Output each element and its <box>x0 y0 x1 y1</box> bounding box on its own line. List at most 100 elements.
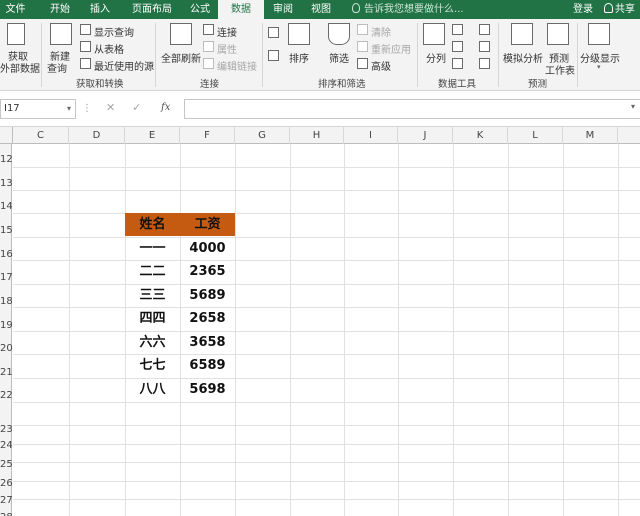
filter-button[interactable]: 筛选 <box>329 50 349 65</box>
table-cell-name[interactable]: 八八 <box>125 378 180 401</box>
row-header-12[interactable]: 12 <box>0 154 13 165</box>
cell-grid[interactable]: 姓名 工资 一一 4000 二二 2365 三三 5689 四四 2658 六六… <box>13 144 640 516</box>
advanced-button[interactable]: 高级 <box>371 58 391 73</box>
table-header-salary[interactable]: 工资 <box>180 213 235 236</box>
group-forecast: 预测 <box>528 79 548 90</box>
column-header-j[interactable]: J <box>398 127 453 144</box>
tab-page-layout[interactable]: 页面布局 <box>124 0 180 19</box>
tell-me-search[interactable]: 告诉我您想要做什么... <box>352 0 464 19</box>
column-header-m[interactable]: M <box>563 127 618 144</box>
column-header-k[interactable]: K <box>453 127 508 144</box>
column-header-i[interactable]: I <box>344 127 398 144</box>
table-cell-salary[interactable]: 2658 <box>180 307 235 330</box>
column-header-e[interactable]: E <box>125 127 180 144</box>
row-header-13[interactable]: 13 <box>0 178 13 189</box>
what-if-analysis-icon <box>511 23 533 45</box>
table-cell-salary[interactable]: 6589 <box>180 354 235 377</box>
column-header-c[interactable]: C <box>13 127 69 144</box>
recent-sources-button[interactable]: 最近使用的源 <box>94 58 154 73</box>
sort-button[interactable]: 排序 <box>289 50 309 65</box>
tab-insert[interactable]: 插入 <box>80 0 120 19</box>
row-header-16[interactable]: 16 <box>0 249 13 260</box>
row-header-18[interactable]: 18 <box>0 296 13 307</box>
get-external-data-label: 外部数据 <box>0 64 40 75</box>
row-header-22[interactable]: 22 <box>0 390 13 401</box>
show-queries-icon <box>80 24 91 35</box>
manage-data-model-icon <box>479 58 490 69</box>
lightbulb-icon <box>352 3 360 13</box>
row-header-19[interactable]: 19 <box>0 320 13 331</box>
outline-dropdown-icon[interactable]: ▾ <box>597 63 601 71</box>
column-header-h[interactable]: H <box>290 127 344 144</box>
ribbon-data: 获取 外部数据 新建 查询 显示查询 从表格 最近使用的源 获取和转换 全部刷新… <box>0 19 640 91</box>
text-to-columns-button[interactable]: 分列 <box>426 50 446 65</box>
login-button[interactable]: 登录 <box>573 0 593 19</box>
outline-icon <box>588 23 610 45</box>
what-if-analysis-button[interactable]: 模拟分析 <box>503 50 543 65</box>
consolidate-icon <box>479 24 490 35</box>
properties-button[interactable]: 属性 <box>217 41 237 56</box>
row-header-24[interactable]: 24 <box>0 440 13 451</box>
expand-formula-icon[interactable]: ▾ <box>631 102 635 111</box>
row-headers: 12 13 14 15 16 17 18 19 20 21 22 23 24 2… <box>0 144 13 516</box>
new-query-label: 查询 <box>47 64 67 75</box>
tab-view[interactable]: 视图 <box>302 0 340 19</box>
formula-input[interactable] <box>184 99 640 119</box>
table-cell-name[interactable]: 七七 <box>125 354 180 377</box>
insert-function-icon[interactable]: fx <box>161 102 170 113</box>
table-cell-salary[interactable]: 5689 <box>180 284 235 307</box>
cancel-icon[interactable]: ✕ <box>106 101 115 114</box>
enter-icon[interactable]: ✓ <box>132 101 141 114</box>
column-header-d[interactable]: D <box>69 127 125 144</box>
column-header-l[interactable]: L <box>508 127 563 144</box>
chevron-down-icon: ▾ <box>66 104 71 113</box>
row-header-23[interactable]: 23 <box>0 424 13 435</box>
row-header-27[interactable]: 27 <box>0 495 13 506</box>
table-cell-name[interactable]: 三三 <box>125 284 180 307</box>
from-table-button[interactable]: 从表格 <box>94 41 124 56</box>
row-header-17[interactable]: 17 <box>0 272 13 283</box>
table-cell-salary[interactable]: 3658 <box>180 331 235 354</box>
forecast-sheet-icon <box>547 23 569 45</box>
table-cell-name[interactable]: 四四 <box>125 307 180 330</box>
connections-icon <box>203 24 214 35</box>
column-header-partial[interactable] <box>618 127 640 144</box>
row-header-25[interactable]: 25 <box>0 459 13 470</box>
row-header-14[interactable]: 14 <box>0 201 13 212</box>
refresh-icon <box>170 23 192 45</box>
select-all-corner[interactable] <box>0 127 13 144</box>
edit-links-icon <box>203 58 214 69</box>
tab-file[interactable]: 文件 <box>0 0 31 19</box>
column-header-g[interactable]: G <box>235 127 290 144</box>
row-header-20[interactable]: 20 <box>0 343 13 354</box>
forecast-sheet-label: 工作表 <box>545 66 575 77</box>
column-header-f[interactable]: F <box>180 127 235 144</box>
edit-links-button[interactable]: 编辑链接 <box>217 58 257 73</box>
clear-button[interactable]: 清除 <box>371 24 391 39</box>
table-cell-name[interactable]: 一一 <box>125 237 180 260</box>
share-button[interactable]: 共享 <box>604 0 635 19</box>
table-cell-salary[interactable]: 5698 <box>180 378 235 401</box>
reapply-button[interactable]: 重新应用 <box>371 41 411 56</box>
resize-handle-icon[interactable]: ⋮ <box>82 103 92 114</box>
row-header-21[interactable]: 21 <box>0 367 13 378</box>
row-header-15[interactable]: 15 <box>0 225 13 236</box>
tab-formulas[interactable]: 公式 <box>180 0 220 19</box>
table-header-name[interactable]: 姓名 <box>125 213 180 236</box>
connections-button[interactable]: 连接 <box>217 24 237 39</box>
reapply-icon <box>357 41 368 52</box>
row-header-28[interactable]: 28 <box>0 512 13 516</box>
tab-data[interactable]: 数据 <box>218 0 264 19</box>
formula-bar: I17 ▾ ⋮ ✕ ✓ fx ▾ <box>0 92 640 127</box>
table-cell-name[interactable]: 六六 <box>125 331 180 354</box>
name-box[interactable]: I17 ▾ <box>0 99 76 119</box>
row-header-26[interactable]: 26 <box>0 478 13 489</box>
person-icon <box>604 3 613 13</box>
table-cell-salary[interactable]: 4000 <box>180 237 235 260</box>
tab-review[interactable]: 审阅 <box>264 0 302 19</box>
table-cell-name[interactable]: 二二 <box>125 260 180 283</box>
table-cell-salary[interactable]: 2365 <box>180 260 235 283</box>
tab-home[interactable]: 开始 <box>38 0 82 19</box>
refresh-all-button[interactable]: 全部刷新 <box>161 50 201 65</box>
show-queries-button[interactable]: 显示查询 <box>94 24 134 39</box>
